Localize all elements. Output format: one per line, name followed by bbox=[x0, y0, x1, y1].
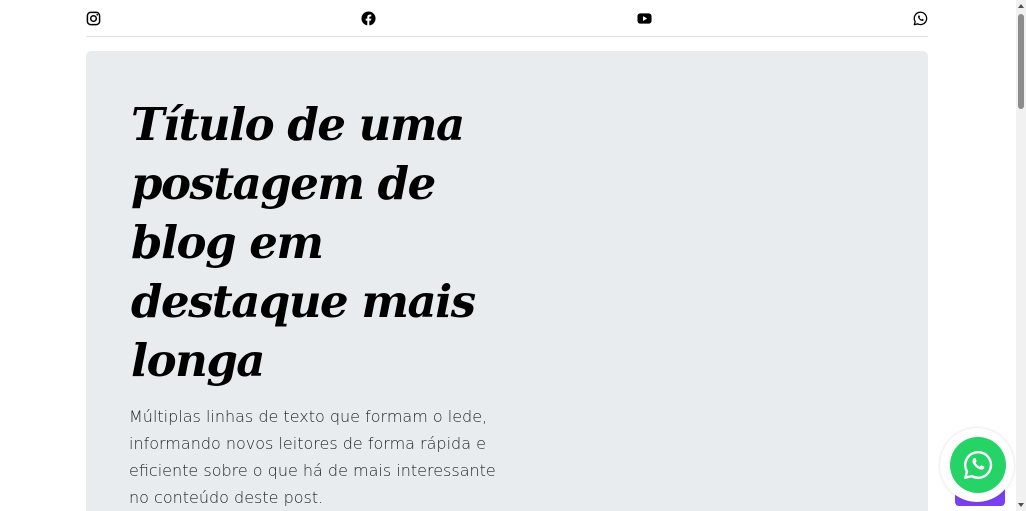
scroll-down-icon[interactable] bbox=[1018, 503, 1024, 507]
scroll-up-icon[interactable] bbox=[1018, 4, 1024, 8]
featured-post-title: Título de uma postagem de blog em destaq… bbox=[131, 98, 476, 387]
youtube-icon[interactable] bbox=[637, 11, 652, 26]
featured-post-lede: Múltiplas linhas de texto que formam o l… bbox=[129, 407, 496, 507]
whatsapp-icon bbox=[964, 450, 993, 479]
scrollbar-thumb[interactable] bbox=[1018, 14, 1024, 109]
scrollbar[interactable] bbox=[1016, 0, 1026, 511]
page: Título de uma postagem de blog em destaq… bbox=[0, 0, 1026, 511]
whatsapp-float-button[interactable] bbox=[940, 428, 1014, 502]
facebook-icon[interactable] bbox=[361, 11, 376, 26]
instagram-icon[interactable] bbox=[86, 11, 101, 26]
social-bar bbox=[86, 0, 928, 37]
whatsapp-float-circle bbox=[950, 437, 1006, 493]
whatsapp-icon[interactable] bbox=[913, 11, 928, 26]
featured-post-hero: Título de uma postagem de blog em destaq… bbox=[86, 51, 928, 511]
